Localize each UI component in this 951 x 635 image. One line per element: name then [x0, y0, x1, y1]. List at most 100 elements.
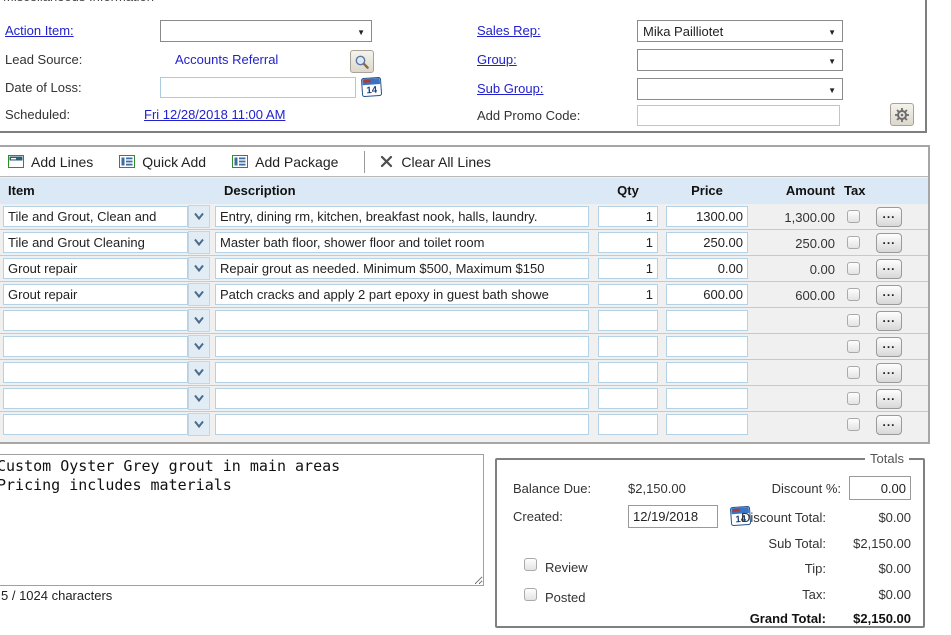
sub-group-link[interactable]: Sub Group:: [477, 81, 544, 96]
item-input[interactable]: [3, 284, 188, 305]
lead-source-search-button[interactable]: [350, 50, 374, 73]
description-input[interactable]: [215, 206, 589, 227]
item-input[interactable]: [3, 336, 188, 357]
notes-textarea[interactable]: Custom Oyster Grey grout in main areas P…: [0, 454, 484, 586]
item-dropdown-button[interactable]: [188, 309, 210, 332]
add-lines-button[interactable]: Add Lines: [8, 154, 93, 170]
sales-rep-link[interactable]: Sales Rep:: [477, 23, 541, 38]
promo-code-input[interactable]: [637, 105, 840, 126]
line-items-toolbar: Add Lines Quick Add Add Package Clear Al: [0, 147, 928, 177]
price-input[interactable]: [666, 284, 748, 305]
item-dropdown-button[interactable]: [188, 205, 210, 228]
item-dropdown-button[interactable]: [188, 257, 210, 280]
clear-all-lines-button[interactable]: Clear All Lines: [379, 154, 491, 170]
item-dropdown-button[interactable]: [188, 283, 210, 306]
description-input[interactable]: [215, 258, 589, 279]
price-input[interactable]: [666, 310, 748, 331]
tax-checkbox[interactable]: [847, 236, 860, 249]
qty-input[interactable]: [598, 206, 658, 227]
qty-input[interactable]: [598, 284, 658, 305]
description-input[interactable]: [215, 388, 589, 409]
price-input[interactable]: [666, 388, 748, 409]
description-input[interactable]: [215, 232, 589, 253]
lead-source-link[interactable]: Accounts Referral: [175, 52, 278, 67]
created-date-input[interactable]: [628, 505, 718, 528]
qty-input[interactable]: [598, 310, 658, 331]
sales-rep-select[interactable]: Mika Pailliotet ▼: [637, 20, 843, 42]
discount-pct-input[interactable]: [849, 476, 911, 500]
chevron-down-icon: [193, 316, 205, 325]
row-options-button[interactable]: ...: [876, 337, 902, 357]
tax-checkbox[interactable]: [847, 392, 860, 405]
item-input[interactable]: [3, 310, 188, 331]
item-input[interactable]: [3, 362, 188, 383]
lead-source-label: Lead Source:: [5, 52, 82, 67]
item-dropdown-button[interactable]: [188, 231, 210, 254]
price-input[interactable]: [666, 362, 748, 383]
table-row: ...: [0, 360, 928, 386]
scheduled-link[interactable]: Fri 12/28/2018 11:00 AM: [144, 107, 285, 122]
review-checkbox[interactable]: [524, 558, 537, 571]
tax-checkbox[interactable]: [847, 288, 860, 301]
price-input[interactable]: [666, 414, 748, 435]
row-options-button[interactable]: ...: [876, 311, 902, 331]
row-options-button[interactable]: ...: [876, 207, 902, 227]
action-item-link[interactable]: Action Item:: [5, 23, 74, 38]
action-item-select[interactable]: ▼: [160, 20, 372, 42]
item-input[interactable]: [3, 232, 188, 253]
tax-checkbox[interactable]: [847, 262, 860, 275]
row-options-button[interactable]: ...: [876, 389, 902, 409]
posted-checkbox[interactable]: [524, 588, 537, 601]
price-input[interactable]: [666, 258, 748, 279]
group-link[interactable]: Group:: [477, 52, 517, 67]
date-of-loss-input[interactable]: [160, 77, 356, 98]
col-amount: Amount: [752, 183, 835, 198]
grand-total-row: Grand Total: $2,150.00: [750, 611, 911, 626]
item-dropdown-button[interactable]: [188, 413, 210, 436]
description-input[interactable]: [215, 310, 589, 331]
table-row: 250.00 ...: [0, 230, 928, 256]
group-select[interactable]: ▼: [637, 49, 843, 71]
item-input[interactable]: [3, 258, 188, 279]
qty-input[interactable]: [598, 362, 658, 383]
price-input[interactable]: [666, 232, 748, 253]
row-options-button[interactable]: ...: [876, 233, 902, 253]
line-items-section: Add Lines Quick Add Add Package Clear Al: [0, 145, 930, 444]
description-input[interactable]: [215, 414, 589, 435]
description-input[interactable]: [215, 362, 589, 383]
row-options-button[interactable]: ...: [876, 363, 902, 383]
item-input[interactable]: [3, 388, 188, 409]
discount-pct-label: Discount %:: [772, 481, 841, 496]
tip-value: $0.00: [826, 561, 911, 576]
date-of-loss-calendar-icon[interactable]: 14: [360, 75, 382, 97]
item-dropdown-button[interactable]: [188, 361, 210, 384]
item-input[interactable]: [3, 206, 188, 227]
row-options-button[interactable]: ...: [876, 259, 902, 279]
price-input[interactable]: [666, 206, 748, 227]
discount-total-value: $0.00: [826, 510, 911, 525]
row-options-button[interactable]: ...: [876, 415, 902, 435]
tax-checkbox[interactable]: [847, 210, 860, 223]
row-options-button[interactable]: ...: [876, 285, 902, 305]
promo-settings-button[interactable]: [890, 103, 914, 126]
sales-rep-value: Mika Pailliotet: [643, 24, 723, 39]
qty-input[interactable]: [598, 336, 658, 357]
quick-add-button[interactable]: Quick Add: [119, 154, 206, 170]
price-input[interactable]: [666, 336, 748, 357]
description-input[interactable]: [215, 284, 589, 305]
qty-input[interactable]: [598, 388, 658, 409]
description-input[interactable]: [215, 336, 589, 357]
item-dropdown-button[interactable]: [188, 387, 210, 410]
item-dropdown-button[interactable]: [188, 335, 210, 358]
tax-checkbox[interactable]: [847, 340, 860, 353]
tax-checkbox[interactable]: [847, 366, 860, 379]
tax-checkbox[interactable]: [847, 314, 860, 327]
qty-input[interactable]: [598, 232, 658, 253]
qty-input[interactable]: [598, 258, 658, 279]
chevron-down-icon: ▼: [828, 28, 836, 37]
item-input[interactable]: [3, 414, 188, 435]
tax-checkbox[interactable]: [847, 418, 860, 431]
sub-group-select[interactable]: ▼: [637, 78, 843, 100]
add-package-button[interactable]: Add Package: [232, 154, 338, 170]
qty-input[interactable]: [598, 414, 658, 435]
